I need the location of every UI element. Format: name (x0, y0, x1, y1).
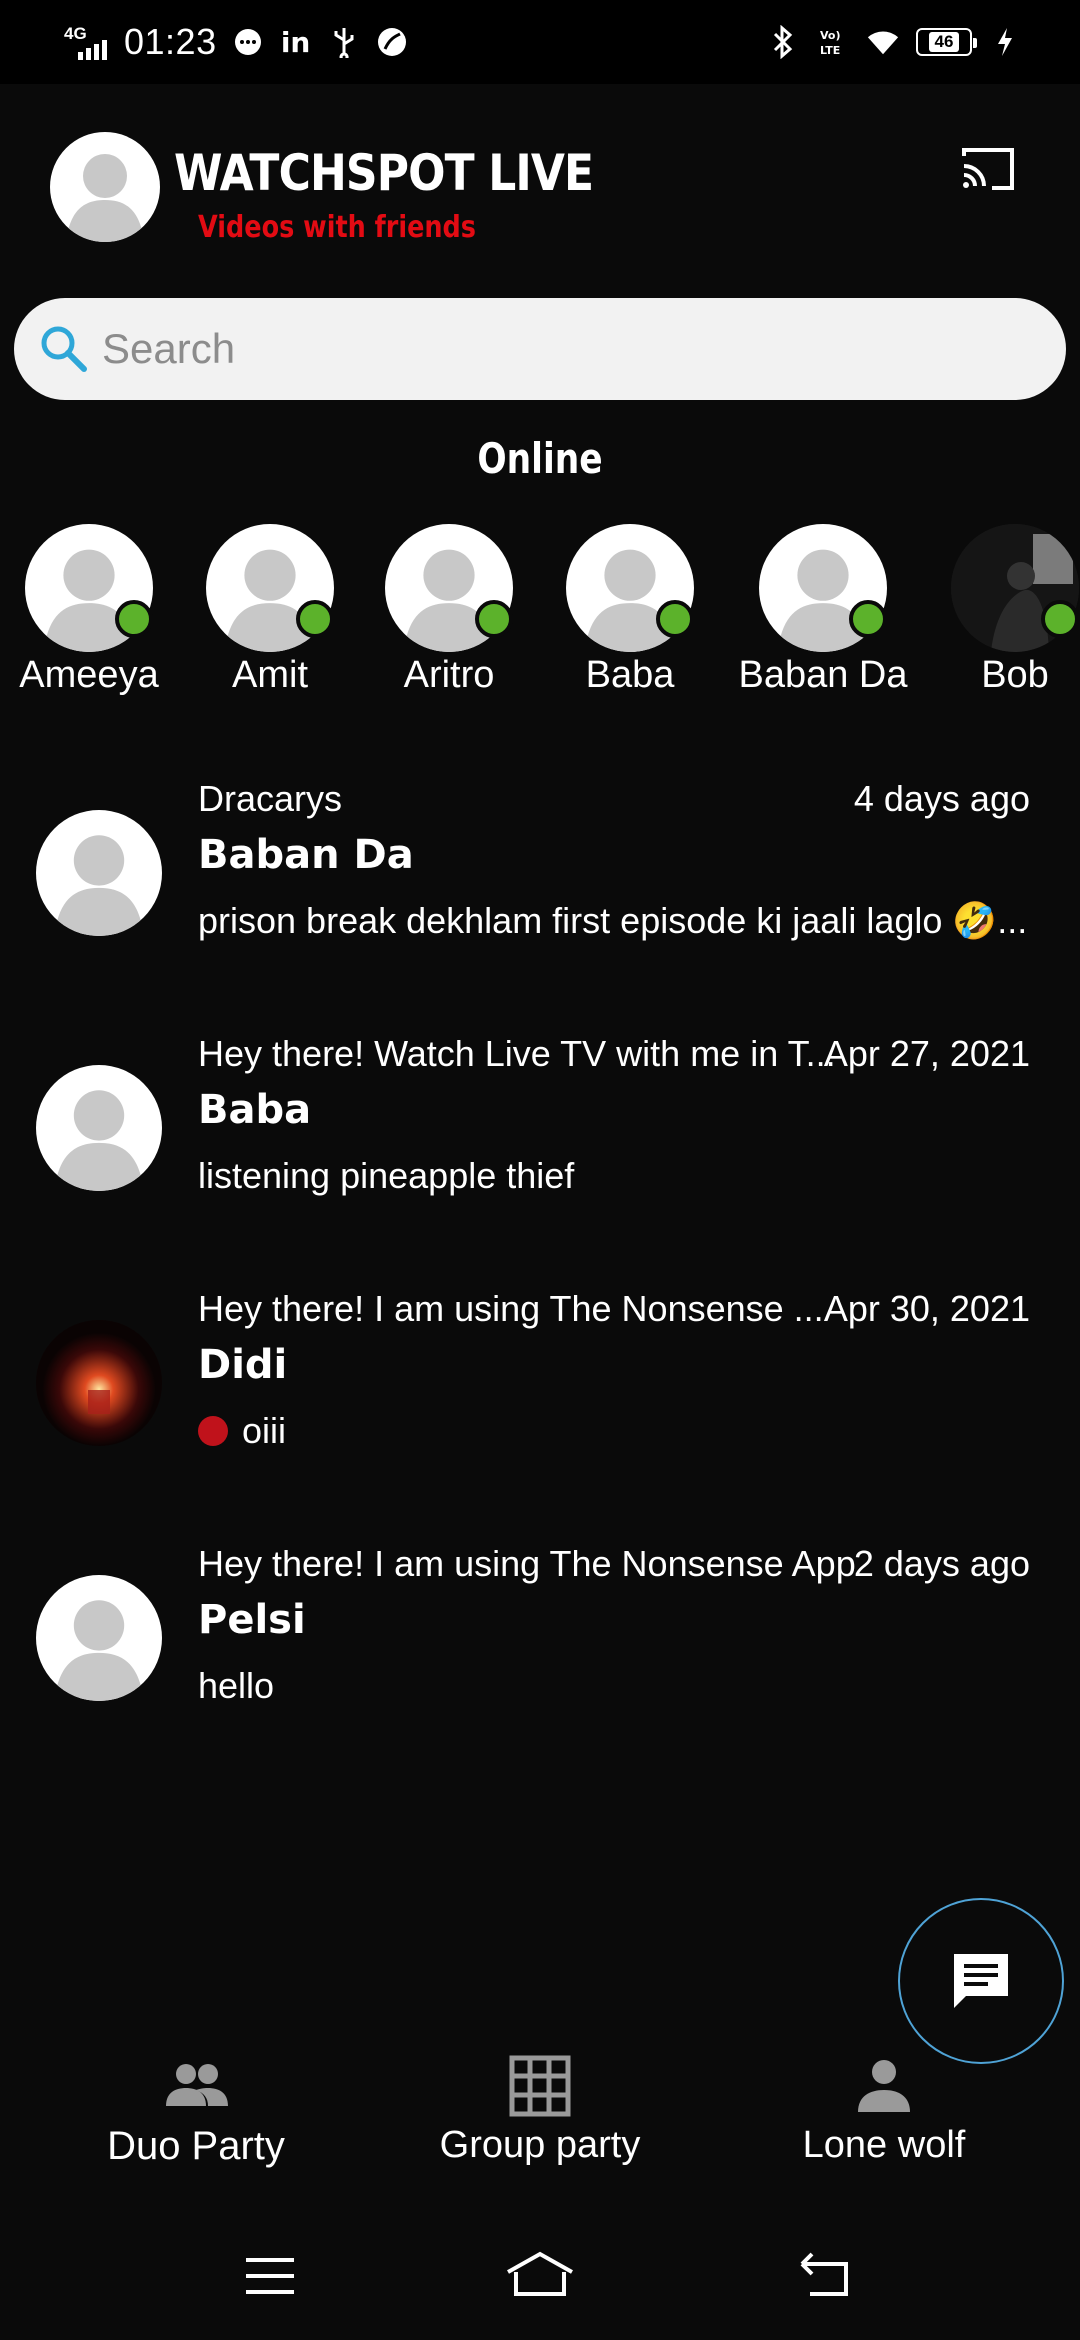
nav-duo-party[interactable]: Duo Party (26, 2040, 366, 2200)
online-user-aritro[interactable]: Aritro (354, 524, 544, 704)
home-icon[interactable] (504, 2248, 576, 2304)
nav-label: Duo Party (107, 2124, 285, 2168)
chat-status-text: Hey there! Watch Live TV with me in T... (198, 1033, 836, 1074)
chat-message-text: hello (198, 1665, 275, 1706)
search-bar[interactable] (14, 298, 1066, 400)
app-header: WATCHSPOT LIVE Videos with friends (0, 84, 1080, 284)
cast-icon[interactable] (958, 144, 1018, 194)
chat-item-baban-da[interactable]: Dracarys 4 days ago Baban Da prison brea… (0, 778, 1080, 998)
online-indicator (1041, 600, 1079, 638)
svg-text:Vo): Vo) (820, 29, 841, 42)
chat-item-didi[interactable]: Hey there! I am using The Nonsense ... A… (0, 1288, 1080, 1508)
nav-lone-wolf[interactable]: Lone wolf (714, 2040, 1054, 2200)
chat-contact-name: Pelsi (198, 1597, 306, 1643)
system-navigation (0, 2220, 1080, 2340)
online-user-baba[interactable]: Baba (535, 524, 725, 704)
back-icon[interactable] (794, 2248, 854, 2304)
chat-contact-name: Didi (198, 1342, 288, 1388)
chat-status-text: Dracarys (198, 778, 343, 819)
online-indicator (296, 600, 334, 638)
battery-level: 46 (928, 32, 960, 52)
bluetooth-icon (766, 25, 800, 59)
chat-message-text: oiii (242, 1410, 287, 1451)
menu-icon[interactable] (240, 2248, 300, 2304)
battery-icon: 46 (916, 28, 977, 56)
grid-icon (509, 2055, 571, 2117)
linkedin-icon: in (280, 25, 311, 59)
online-heading: Online (477, 434, 603, 483)
chat-last-message: listening pineapple thief (198, 1155, 574, 1197)
person-icon (858, 2060, 910, 2112)
chat-last-message: oiii (198, 1410, 286, 1452)
nav-group-party[interactable]: Group party (370, 2040, 710, 2200)
clock: 01:23 (124, 21, 217, 62)
signal-icon: 4G (64, 22, 110, 62)
chat-last-message: prison break dekhlam first episode ki ja… (198, 900, 1027, 942)
online-indicator (849, 600, 887, 638)
usb-icon (327, 25, 361, 59)
chat-status-text: Hey there! I am using The Nonsense App (198, 1543, 856, 1584)
chat-last-message: hello (198, 1665, 274, 1707)
people-icon (166, 2064, 228, 2106)
chat-status-text: Hey there! I am using The Nonsense ... (198, 1288, 824, 1329)
record-dot-icon (198, 1416, 228, 1446)
photo-avatar (36, 1320, 162, 1446)
wifi-icon (866, 25, 900, 59)
online-indicator (475, 600, 513, 638)
leaf-icon (375, 25, 409, 59)
messenger-icon (231, 25, 265, 59)
online-user-name: Bob (981, 654, 1049, 696)
chat-icon (954, 1954, 1008, 2008)
chat-item-pelsi[interactable]: Hey there! I am using The Nonsense App 2… (0, 1543, 1080, 1763)
search-icon (41, 326, 87, 372)
nav-label: Lone wolf (802, 2124, 966, 2166)
online-users-list: Ameeya Amit Aritro Baba Baban Da Bob (0, 524, 1080, 704)
chat-time: Apr 27, 2021 (823, 1033, 1030, 1074)
online-user-ameeya[interactable]: Ameeya (0, 524, 184, 704)
online-user-baban-da[interactable]: Baban Da (728, 524, 918, 704)
status-bar: 4G 01:23 in Vo) LTE 46 (0, 0, 1080, 84)
online-user-name: Baban Da (738, 654, 908, 696)
avatar (36, 1065, 162, 1191)
avatar (36, 1575, 162, 1701)
avatar (36, 810, 162, 936)
online-user-amit[interactable]: Amit (175, 524, 365, 704)
chat-message-text: listening pineapple thief (198, 1155, 575, 1196)
svg-text:LTE: LTE (820, 44, 840, 57)
online-user-name: Aritro (403, 654, 495, 696)
bottom-navigation: Duo Party Group party Lone wolf (0, 2040, 1080, 2200)
app-title: WATCHSPOT LIVE (174, 144, 594, 202)
chat-message-text: prison break dekhlam first episode ki ja… (198, 900, 1028, 941)
chat-time: 2 days ago (853, 1543, 1030, 1584)
charging-icon (988, 25, 1022, 59)
chat-time: 4 days ago (853, 778, 1030, 819)
search-input[interactable] (102, 325, 1002, 373)
chat-time: Apr 30, 2021 (823, 1288, 1030, 1329)
chat-contact-name: Baban Da (198, 832, 414, 878)
online-indicator (115, 600, 153, 638)
online-indicator (656, 600, 694, 638)
online-user-bob[interactable]: Bob (920, 524, 1080, 704)
chat-item-baba[interactable]: Hey there! Watch Live TV with me in T...… (0, 1033, 1080, 1253)
profile-avatar[interactable] (50, 132, 160, 242)
chat-contact-name: Baba (198, 1087, 312, 1133)
nav-label: Group party (439, 2124, 641, 2166)
app-subtitle: Videos with friends (198, 210, 476, 245)
volte-icon: Vo) LTE (816, 25, 850, 59)
online-user-name: Baba (585, 654, 675, 696)
